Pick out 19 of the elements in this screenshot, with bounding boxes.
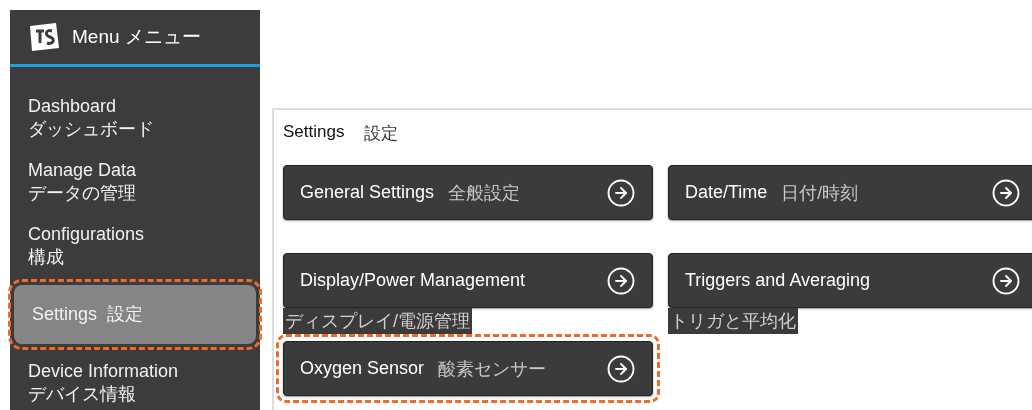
settings-button[interactable]: Oxygen Sensor 酸素センサー (283, 341, 653, 396)
panel-title: Settings (283, 122, 345, 143)
arrow-circle-icon (991, 177, 1021, 208)
arrow-circle-icon (606, 177, 636, 208)
menu-item[interactable]: Manage Data データの管理 (14, 155, 256, 209)
panel-title-ja: 設定 (364, 123, 399, 145)
arrow-circle-icon (606, 353, 636, 384)
settings-button[interactable]: General Settings 全般設定 (283, 165, 653, 220)
menu-item[interactable]: Dashboard ダッシュボード (14, 91, 256, 145)
arrow-circle-icon (991, 265, 1021, 296)
button-caption: ディスプレイ/電源管理 (283, 308, 472, 334)
menu-item[interactable]: Configurations 構成 (14, 219, 256, 273)
button-caption: トリガと平均化 (668, 308, 798, 334)
settings-button[interactable]: Triggers and Averaging (668, 253, 1032, 308)
arrow-circle-icon (606, 265, 636, 296)
menu-title: Menu メニュー (72, 25, 201, 49)
settings-button[interactable]: Date/Time 日付/時刻 (668, 165, 1032, 220)
menu-item[interactable]: Device Information デバイス情報 (14, 356, 256, 410)
settings-button[interactable]: Display/Power Management (283, 253, 653, 308)
